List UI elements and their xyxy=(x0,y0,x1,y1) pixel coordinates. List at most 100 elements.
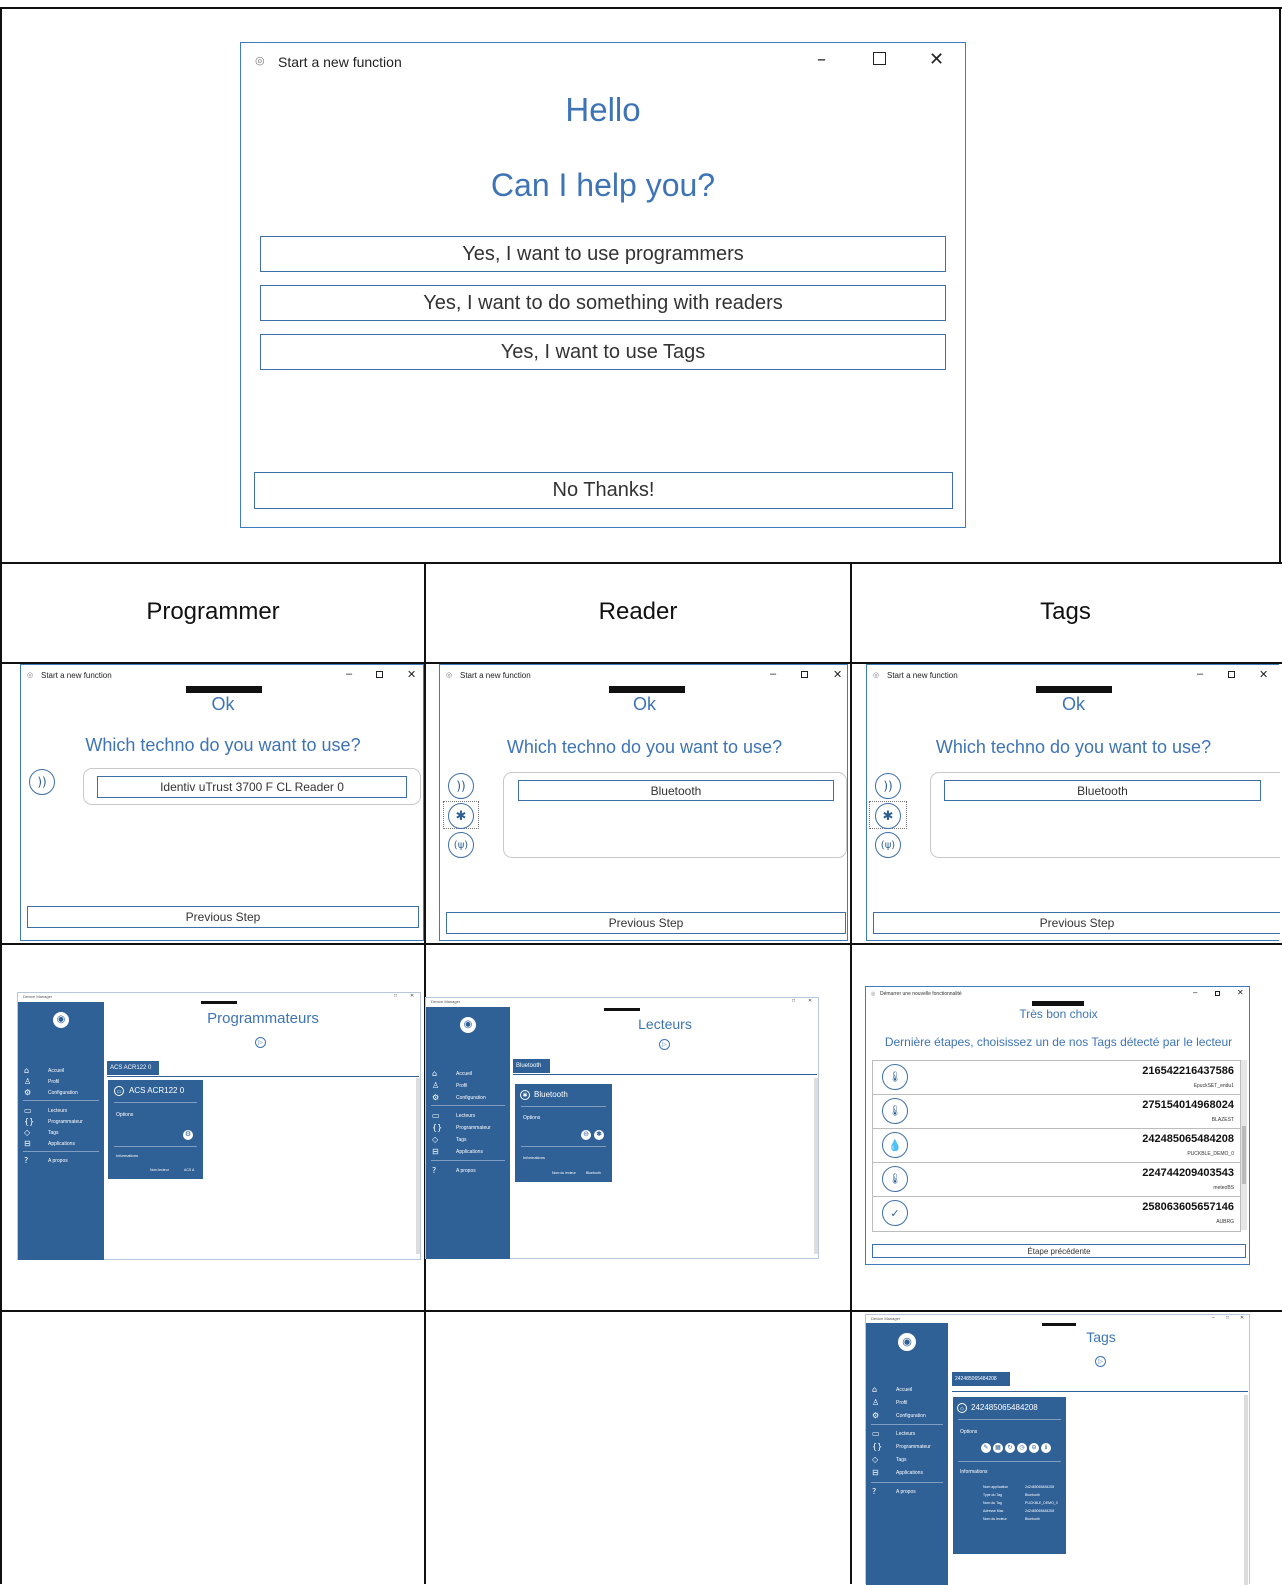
close-icon[interactable]: ✕ xyxy=(833,668,842,681)
sidebar-item-lecteurs[interactable]: ▭ Lecteurs xyxy=(24,1106,67,1115)
bluetooth-icon[interactable]: ✱ xyxy=(875,803,901,829)
scrollbar[interactable] xyxy=(814,1078,818,1254)
page-title: Lecteurs xyxy=(638,1016,692,1032)
use-tags-button[interactable]: Yes, I want to use Tags xyxy=(260,334,946,370)
use-readers-button[interactable]: Yes, I want to do something with readers xyxy=(260,285,946,321)
bluetooth-select-button[interactable]: Bluetooth xyxy=(944,780,1261,801)
sidebar-item-tags[interactable]: ◇ Tags xyxy=(432,1135,467,1144)
sidebar-item-profil[interactable]: ♙ Profil xyxy=(24,1077,59,1086)
bluetooth-select-button[interactable]: Bluetooth xyxy=(518,780,834,801)
play-icon[interactable]: ▷ xyxy=(255,1037,266,1048)
minimize-icon[interactable]: – xyxy=(817,49,826,70)
previous-step-button[interactable]: Étape précédente xyxy=(872,1244,1246,1258)
use-programmers-button[interactable]: Yes, I want to use programmers xyxy=(260,236,946,272)
maximize-icon[interactable] xyxy=(1215,991,1220,996)
tag-row[interactable]: 🌡 275154014968024 BLAZEST xyxy=(872,1094,1241,1130)
sidebar-item-tags[interactable]: ◇ Tags xyxy=(872,1455,907,1464)
scrollbar[interactable] xyxy=(1241,1060,1247,1230)
minus-icon[interactable]: ⊖ xyxy=(1029,1443,1039,1453)
settings-icon[interactable]: ⚙ xyxy=(183,1130,193,1140)
minimize-icon[interactable]: – xyxy=(1212,1315,1215,1321)
maximize-icon[interactable] xyxy=(1228,671,1235,678)
previous-step-button[interactable]: Previous Step xyxy=(873,912,1280,934)
minimize-icon[interactable]: – xyxy=(1197,668,1203,680)
close-icon[interactable]: ✕ xyxy=(407,668,416,681)
nfc-icon[interactable]: )) xyxy=(875,773,901,799)
sidebar-item-a-propos[interactable]: ? A propos xyxy=(432,1166,476,1175)
close-icon[interactable]: ✕ xyxy=(929,49,944,70)
tag-row[interactable]: 🌡 216542216437586 EpuckSET_endu1 xyxy=(872,1060,1241,1096)
close-icon[interactable]: ✕ xyxy=(410,993,414,999)
device-card[interactable]: ▭ ACS ACR122 0 Options ⚙ Informations No… xyxy=(108,1080,203,1179)
tab-device[interactable]: 242485065484208 xyxy=(952,1372,1010,1386)
minus-icon[interactable]: ⊖ xyxy=(581,1130,591,1140)
sidebar-item-configuration[interactable]: ⚙ Configuration xyxy=(24,1088,78,1097)
scrollbar[interactable] xyxy=(1244,1395,1248,1585)
play-icon[interactable]: ▷ xyxy=(659,1039,670,1050)
sidebar-item-configuration[interactable]: ⚙ Configuration xyxy=(872,1411,926,1420)
tab-device[interactable]: ACS ACR122 0 xyxy=(107,1061,159,1075)
sidebar-item-tags[interactable]: ◇ Tags xyxy=(24,1128,59,1137)
previous-step-button[interactable]: Previous Step xyxy=(446,912,846,934)
card-divider xyxy=(521,1106,606,1107)
maximize-icon[interactable]: □ xyxy=(394,993,397,999)
maximize-icon[interactable] xyxy=(873,52,886,65)
device-card[interactable]: ◇ 242485065484208 Options ✎ ▦ ↻ ◷ ⊖ ℹ In… xyxy=(953,1397,1066,1554)
antenna-icon[interactable]: (ψ) xyxy=(448,832,474,858)
tag-row[interactable]: ✓ 258063605657146 AUBRG xyxy=(872,1196,1241,1232)
sidebar-item-accueil[interactable]: ⌂ Accueil xyxy=(432,1069,472,1078)
device-card[interactable]: ✱ Bluetooth Options ⊖ ✱ Informations Nom… xyxy=(515,1084,612,1182)
maximize-icon[interactable]: □ xyxy=(1226,1315,1229,1321)
tab-device[interactable]: Bluetooth xyxy=(513,1059,550,1073)
bluetooth-settings-icon[interactable]: ✱ xyxy=(594,1130,604,1140)
timer-icon[interactable]: ◷ xyxy=(1017,1443,1027,1453)
sidebar-item-programmateur[interactable]: {} Programmateur xyxy=(432,1123,491,1132)
tag-row[interactable]: 💧 242485065484208 PUCKBLE_DEMO_0 xyxy=(872,1128,1241,1164)
previous-step-button[interactable]: Previous Step xyxy=(27,906,419,928)
card-divider xyxy=(958,1461,1061,1462)
minimize-icon[interactable]: – xyxy=(770,668,776,680)
maximize-icon[interactable]: □ xyxy=(792,998,795,1004)
memory-icon[interactable]: ▦ xyxy=(993,1443,1003,1453)
close-icon[interactable]: ✕ xyxy=(1237,988,1244,997)
page-title: Programmateurs xyxy=(207,1010,319,1027)
sidebar-item-a-propos[interactable]: ? A propos xyxy=(24,1156,68,1165)
braces-icon: {} xyxy=(872,1442,883,1451)
sidebar-item-accueil[interactable]: ⌂ Accueil xyxy=(24,1066,64,1075)
info-value: Bluetooth xyxy=(1025,1517,1040,1521)
sidebar-item-programmateur[interactable]: {} Programmateur xyxy=(872,1442,931,1451)
programmer-select-button[interactable]: Identiv uTrust 3700 F CL Reader 0 xyxy=(97,776,407,798)
close-icon[interactable]: ✕ xyxy=(1240,1315,1244,1321)
scrollbar-thumb[interactable] xyxy=(1242,1126,1246,1184)
sidebar-item-applications[interactable]: ⊟ Applications xyxy=(872,1468,923,1477)
antenna-icon[interactable]: (ψ) xyxy=(875,832,901,858)
window-title: Start a new function xyxy=(41,671,112,680)
nfc-icon[interactable]: )) xyxy=(29,769,55,795)
info-icon[interactable]: ℹ xyxy=(1041,1443,1051,1453)
sync-icon[interactable]: ↻ xyxy=(1005,1443,1015,1453)
sidebar-item-applications[interactable]: ⊟ Applications xyxy=(432,1147,483,1156)
sidebar-item-lecteurs[interactable]: ▭ Lecteurs xyxy=(872,1429,915,1438)
minimize-icon[interactable]: – xyxy=(1193,988,1197,997)
sidebar-item-programmateur[interactable]: {} Programmateur xyxy=(24,1117,83,1126)
close-icon[interactable]: ✕ xyxy=(1259,668,1268,681)
sidebar-item-lecteurs[interactable]: ▭ Lecteurs xyxy=(432,1111,475,1120)
sidebar-item-a-propos[interactable]: ? A propos xyxy=(872,1487,916,1496)
edit-icon[interactable]: ✎ xyxy=(981,1443,991,1453)
no-thanks-button[interactable]: No Thanks! xyxy=(254,472,953,509)
maximize-icon[interactable] xyxy=(801,671,808,678)
scrollbar[interactable] xyxy=(416,1078,420,1254)
bluetooth-icon[interactable]: ✱ xyxy=(448,803,474,829)
sidebar-item-profil[interactable]: ♙ Profil xyxy=(432,1081,467,1090)
nfc-icon[interactable]: )) xyxy=(448,773,474,799)
close-icon[interactable]: ✕ xyxy=(808,998,812,1004)
maximize-icon[interactable] xyxy=(376,671,383,678)
sidebar-divider xyxy=(871,1482,943,1483)
tag-row[interactable]: 🌡 224744209403543 meteoBS xyxy=(872,1162,1241,1198)
sidebar-item-profil[interactable]: ♙ Profil xyxy=(872,1398,907,1407)
play-icon[interactable]: ▷ xyxy=(1095,1356,1106,1367)
sidebar-item-configuration[interactable]: ⚙ Configuration xyxy=(432,1093,486,1102)
minimize-icon[interactable]: – xyxy=(346,668,352,680)
sidebar-item-accueil[interactable]: ⌂ Accueil xyxy=(872,1385,912,1394)
sidebar-item-applications[interactable]: ⊟ Applications xyxy=(24,1139,75,1148)
